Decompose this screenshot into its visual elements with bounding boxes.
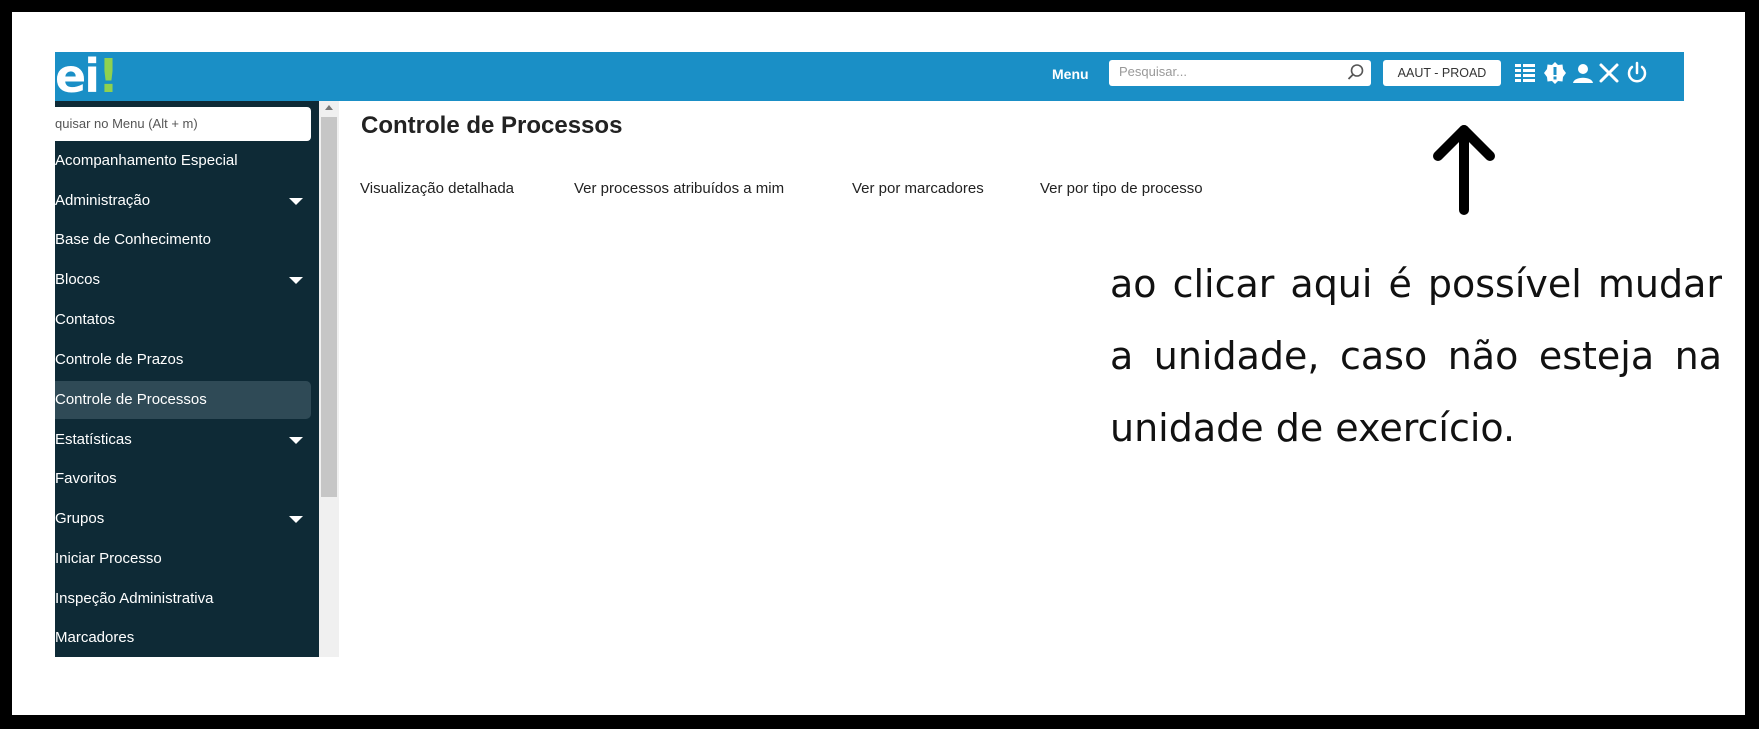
menu-button[interactable]: Menu [1052,66,1089,82]
sidebar-item-contatos[interactable]: Contatos [55,301,311,339]
unit-selector-button[interactable]: AAUT - PROAD [1383,60,1501,86]
view-by-process-type-link[interactable]: Ver por tipo de processo [1040,180,1203,197]
sidebar-item-inspecao-administrativa[interactable]: Inspeção Administrativa [55,580,311,618]
sidebar-item-blocos[interactable]: Blocos [55,261,311,299]
sidebar-item-estatisticas[interactable]: Estatísticas [55,421,311,459]
caret-down-icon [289,198,303,205]
search-input[interactable]: Pesquisar... [1109,60,1371,86]
caret-down-icon [289,437,303,444]
scrollbar-thumb[interactable] [321,117,337,497]
user-icon[interactable] [1571,61,1595,85]
alert-badge-icon[interactable] [1543,61,1567,85]
sidebar-item-marcadores[interactable]: Marcadores [55,619,311,657]
scroll-up-arrow-icon[interactable] [325,105,333,110]
caret-down-icon [289,516,303,523]
search-icon[interactable] [1347,63,1365,81]
sidebar-item-controle-de-processos[interactable]: Controle de Processos [55,381,311,419]
view-by-markers-link[interactable]: Ver por marcadores [852,180,984,197]
tools-icon[interactable] [1597,61,1621,85]
menu-search-input[interactable]: quisar no Menu (Alt + m) [55,107,311,141]
sidebar-item-administracao[interactable]: Administração [55,182,311,220]
grid-list-icon[interactable] [1513,61,1537,85]
view-assigned-to-me-link[interactable]: Ver processos atribuídos a mim [574,180,784,197]
annotation-text: ao clicar aqui é possível mudar a unidad… [1110,262,1722,450]
sidebar-menu: quisar no Menu (Alt + m) Acompanhamento … [55,101,319,657]
page-title: Controle de Processos [361,112,623,139]
up-arrow-annotation-icon [1433,125,1495,215]
sidebar-item-grupos[interactable]: Grupos [55,500,311,538]
sidebar-item-favoritos[interactable]: Favoritos [55,460,311,498]
sidebar-item-controle-de-prazos[interactable]: Controle de Prazos [55,341,311,379]
sidebar-item-iniciar-processo[interactable]: Iniciar Processo [55,540,311,578]
sidebar-scrollbar[interactable] [319,101,339,657]
view-detailed-link[interactable]: Visualização detalhada [360,180,514,197]
search-placeholder: Pesquisar... [1119,64,1187,79]
sidebar-item-acompanhamento-especial[interactable]: Acompanhamento Especial [55,142,311,180]
sei-logo[interactable]: ei! [55,46,119,106]
top-bar: ei! Menu Pesquisar... AAUT - PROAD [55,49,1684,103]
caret-down-icon [289,277,303,284]
power-icon[interactable] [1625,61,1649,85]
sidebar-item-base-de-conhecimento[interactable]: Base de Conhecimento [55,221,311,259]
